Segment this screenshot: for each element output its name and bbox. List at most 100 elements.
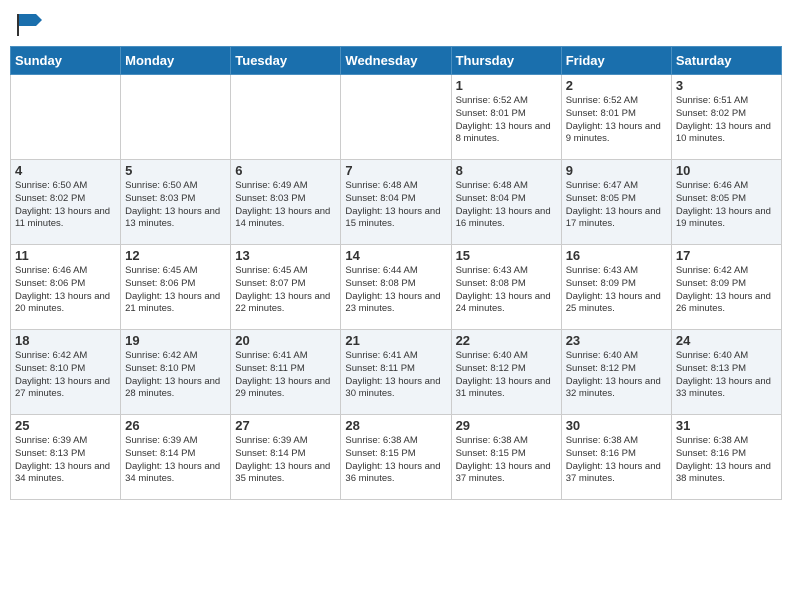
calendar-day-23: 23 Sunrise: 6:40 AM Sunset: 8:12 PM Dayli… (561, 330, 671, 415)
day-number-14: 14 (345, 248, 446, 263)
day-info-20: Sunrise: 6:41 AM Sunset: 8:11 PM Dayligh… (235, 350, 336, 401)
day-number-3: 3 (676, 78, 777, 93)
calendar-day-8: 8 Sunrise: 6:48 AM Sunset: 8:04 PM Daylig… (451, 160, 561, 245)
day-info-2: Sunrise: 6:52 AM Sunset: 8:01 PM Dayligh… (566, 95, 667, 146)
calendar-day-28: 28 Sunrise: 6:38 AM Sunset: 8:15 PM Dayli… (341, 415, 451, 500)
calendar-week-1: 1Sunrise: 6:52 AM Sunset: 8:01 PM Daylig… (11, 75, 782, 160)
calendar-day-26: 26 Sunrise: 6:39 AM Sunset: 8:14 PM Dayli… (121, 415, 231, 500)
weekday-header-wednesday: Wednesday (341, 47, 451, 75)
calendar-day-21: 21 Sunrise: 6:41 AM Sunset: 8:11 PM Dayli… (341, 330, 451, 415)
calendar-day-27: 27 Sunrise: 6:39 AM Sunset: 8:14 PM Dayli… (231, 415, 341, 500)
calendar-day-10: 10 Sunrise: 6:46 AM Sunset: 8:05 PM Dayli… (671, 160, 781, 245)
calendar-day-13: 13 Sunrise: 6:45 AM Sunset: 8:07 PM Dayli… (231, 245, 341, 330)
calendar-day-17: 17Sunrise: 6:42 AM Sunset: 8:09 PM Dayli… (671, 245, 781, 330)
day-info-31: Sunrise: 6:38 AM Sunset: 8:16 PM Dayligh… (676, 435, 777, 486)
day-number-20: 20 (235, 333, 336, 348)
day-number-8: 8 (456, 163, 557, 178)
calendar-day-30: 30 Sunrise: 6:38 AM Sunset: 8:16 PM Dayli… (561, 415, 671, 500)
calendar-day-3: 3 Sunrise: 6:51 AM Sunset: 8:02 PM Daylig… (671, 75, 781, 160)
calendar-day-4: 4 Sunrise: 6:50 AM Sunset: 8:02 PM Daylig… (11, 160, 121, 245)
day-number-11: 11 (15, 248, 116, 263)
calendar-day-31: 31 Sunrise: 6:38 AM Sunset: 8:16 PM Dayli… (671, 415, 781, 500)
empty-cell (121, 75, 231, 160)
day-number-23: 23 (566, 333, 667, 348)
day-number-6: 6 (235, 163, 336, 178)
day-info-24: Sunrise: 6:40 AM Sunset: 8:13 PM Dayligh… (676, 350, 777, 401)
empty-cell (11, 75, 121, 160)
page-header (10, 10, 782, 38)
day-info-3: Sunrise: 6:51 AM Sunset: 8:02 PM Dayligh… (676, 95, 777, 146)
day-info-5: Sunrise: 6:50 AM Sunset: 8:03 PM Dayligh… (125, 180, 226, 231)
calendar-day-5: 5Sunrise: 6:50 AM Sunset: 8:03 PM Daylig… (121, 160, 231, 245)
day-number-30: 30 (566, 418, 667, 433)
calendar-week-3: 11 Sunrise: 6:46 AM Sunset: 8:06 PM Dayli… (11, 245, 782, 330)
day-number-31: 31 (676, 418, 777, 433)
calendar-day-2: 2 Sunrise: 6:52 AM Sunset: 8:01 PM Daylig… (561, 75, 671, 160)
day-info-7: Sunrise: 6:48 AM Sunset: 8:04 PM Dayligh… (345, 180, 446, 231)
day-info-13: Sunrise: 6:45 AM Sunset: 8:07 PM Dayligh… (235, 265, 336, 316)
calendar-week-2: 4 Sunrise: 6:50 AM Sunset: 8:02 PM Daylig… (11, 160, 782, 245)
calendar-day-24: 24 Sunrise: 6:40 AM Sunset: 8:13 PM Dayli… (671, 330, 781, 415)
calendar-day-18: 18 Sunrise: 6:42 AM Sunset: 8:10 PM Dayli… (11, 330, 121, 415)
day-info-28: Sunrise: 6:38 AM Sunset: 8:15 PM Dayligh… (345, 435, 446, 486)
calendar-day-6: 6 Sunrise: 6:49 AM Sunset: 8:03 PM Daylig… (231, 160, 341, 245)
logo-icon (14, 10, 42, 38)
logo (14, 10, 46, 38)
day-info-17: Sunrise: 6:42 AM Sunset: 8:09 PM Dayligh… (676, 265, 777, 316)
day-number-27: 27 (235, 418, 336, 433)
calendar-day-16: 16Sunrise: 6:43 AM Sunset: 8:09 PM Dayli… (561, 245, 671, 330)
day-info-12: Sunrise: 6:45 AM Sunset: 8:06 PM Dayligh… (125, 265, 226, 316)
day-number-4: 4 (15, 163, 116, 178)
empty-cell (341, 75, 451, 160)
day-number-24: 24 (676, 333, 777, 348)
day-number-28: 28 (345, 418, 446, 433)
day-info-11: Sunrise: 6:46 AM Sunset: 8:06 PM Dayligh… (15, 265, 116, 316)
day-info-6: Sunrise: 6:49 AM Sunset: 8:03 PM Dayligh… (235, 180, 336, 231)
calendar-day-19: 19Sunrise: 6:42 AM Sunset: 8:10 PM Dayli… (121, 330, 231, 415)
day-info-14: Sunrise: 6:44 AM Sunset: 8:08 PM Dayligh… (345, 265, 446, 316)
day-number-7: 7 (345, 163, 446, 178)
day-number-21: 21 (345, 333, 446, 348)
calendar-day-11: 11 Sunrise: 6:46 AM Sunset: 8:06 PM Dayli… (11, 245, 121, 330)
day-number-25: 25 (15, 418, 116, 433)
day-number-29: 29 (456, 418, 557, 433)
calendar-day-15: 15 Sunrise: 6:43 AM Sunset: 8:08 PM Dayli… (451, 245, 561, 330)
day-number-18: 18 (15, 333, 116, 348)
empty-cell (231, 75, 341, 160)
day-info-26: Sunrise: 6:39 AM Sunset: 8:14 PM Dayligh… (125, 435, 226, 486)
day-info-23: Sunrise: 6:40 AM Sunset: 8:12 PM Dayligh… (566, 350, 667, 401)
day-number-9: 9 (566, 163, 667, 178)
day-info-10: Sunrise: 6:46 AM Sunset: 8:05 PM Dayligh… (676, 180, 777, 231)
day-number-13: 13 (235, 248, 336, 263)
calendar-day-9: 9Sunrise: 6:47 AM Sunset: 8:05 PM Daylig… (561, 160, 671, 245)
weekday-header-thursday: Thursday (451, 47, 561, 75)
day-number-10: 10 (676, 163, 777, 178)
calendar-day-7: 7 Sunrise: 6:48 AM Sunset: 8:04 PM Daylig… (341, 160, 451, 245)
weekday-header-saturday: Saturday (671, 47, 781, 75)
day-info-21: Sunrise: 6:41 AM Sunset: 8:11 PM Dayligh… (345, 350, 446, 401)
day-info-4: Sunrise: 6:50 AM Sunset: 8:02 PM Dayligh… (15, 180, 116, 231)
calendar-week-4: 18 Sunrise: 6:42 AM Sunset: 8:10 PM Dayli… (11, 330, 782, 415)
day-number-22: 22 (456, 333, 557, 348)
day-info-1: Sunrise: 6:52 AM Sunset: 8:01 PM Dayligh… (456, 95, 557, 146)
day-info-15: Sunrise: 6:43 AM Sunset: 8:08 PM Dayligh… (456, 265, 557, 316)
weekday-header-row: SundayMondayTuesdayWednesdayThursdayFrid… (11, 47, 782, 75)
day-info-8: Sunrise: 6:48 AM Sunset: 8:04 PM Dayligh… (456, 180, 557, 231)
calendar-day-29: 29 Sunrise: 6:38 AM Sunset: 8:15 PM Dayli… (451, 415, 561, 500)
day-info-25: Sunrise: 6:39 AM Sunset: 8:13 PM Dayligh… (15, 435, 116, 486)
calendar-day-12: 12 Sunrise: 6:45 AM Sunset: 8:06 PM Dayli… (121, 245, 231, 330)
day-number-12: 12 (125, 248, 226, 263)
weekday-header-friday: Friday (561, 47, 671, 75)
calendar-day-1: 1Sunrise: 6:52 AM Sunset: 8:01 PM Daylig… (451, 75, 561, 160)
weekday-header-tuesday: Tuesday (231, 47, 341, 75)
day-info-29: Sunrise: 6:38 AM Sunset: 8:15 PM Dayligh… (456, 435, 557, 486)
day-info-27: Sunrise: 6:39 AM Sunset: 8:14 PM Dayligh… (235, 435, 336, 486)
calendar-day-22: 22 Sunrise: 6:40 AM Sunset: 8:12 PM Dayli… (451, 330, 561, 415)
day-info-22: Sunrise: 6:40 AM Sunset: 8:12 PM Dayligh… (456, 350, 557, 401)
day-info-18: Sunrise: 6:42 AM Sunset: 8:10 PM Dayligh… (15, 350, 116, 401)
calendar-day-20: 20 Sunrise: 6:41 AM Sunset: 8:11 PM Dayli… (231, 330, 341, 415)
day-info-30: Sunrise: 6:38 AM Sunset: 8:16 PM Dayligh… (566, 435, 667, 486)
day-number-2: 2 (566, 78, 667, 93)
day-number-15: 15 (456, 248, 557, 263)
day-number-26: 26 (125, 418, 226, 433)
